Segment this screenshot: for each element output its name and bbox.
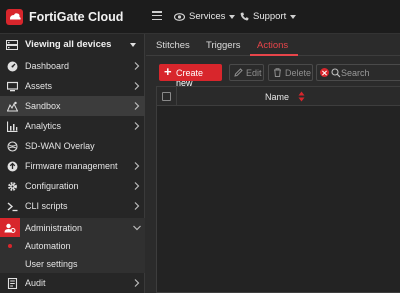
chevron-right-icon bbox=[134, 162, 140, 170]
chevron-right-icon bbox=[134, 182, 140, 190]
sidebar-item-firmware-management[interactable]: Firmware management bbox=[0, 156, 145, 176]
sidebar-item-cli-scripts[interactable]: CLI scripts bbox=[0, 196, 145, 216]
analytics-icon bbox=[7, 121, 18, 132]
chevron-right-icon bbox=[134, 202, 140, 210]
sidebar-item-sdwan-overlay[interactable]: SD-WAN Overlay bbox=[0, 136, 145, 156]
toolbar: + Create new Edit Delete bbox=[146, 64, 400, 88]
sidebar-subitem-label: Automation bbox=[25, 241, 71, 251]
delete-button[interactable]: Delete bbox=[268, 64, 313, 81]
device-scope-selector[interactable]: Viewing all devices bbox=[0, 34, 145, 56]
sidebar-item-label: Configuration bbox=[25, 181, 79, 191]
sidebar-item-label: Dashboard bbox=[25, 61, 70, 71]
firmware-icon bbox=[7, 161, 18, 172]
chevron-right-icon bbox=[134, 122, 140, 130]
audit-icon bbox=[7, 278, 18, 289]
sidebar: Viewing all devices Dashboard Assets San… bbox=[0, 34, 145, 293]
device-scope-label: Viewing all devices bbox=[25, 39, 112, 50]
admin-users-icon bbox=[4, 223, 16, 233]
sidebar-item-label: Assets bbox=[25, 81, 53, 91]
devices-icon bbox=[6, 40, 18, 50]
edit-label: Edit bbox=[246, 68, 262, 78]
phone-icon bbox=[240, 12, 249, 21]
sidebar-item-dashboard[interactable]: Dashboard bbox=[0, 56, 145, 76]
chevron-down-icon bbox=[229, 14, 236, 19]
active-indicator-dot bbox=[8, 244, 12, 248]
search-box bbox=[316, 64, 400, 81]
search-input[interactable] bbox=[341, 66, 399, 79]
sdwan-icon bbox=[7, 141, 18, 152]
chevron-right-icon bbox=[134, 82, 140, 90]
edit-button[interactable]: Edit bbox=[229, 64, 264, 81]
assets-icon bbox=[7, 81, 18, 92]
sidebar-item-label: Administration bbox=[25, 223, 83, 233]
support-menu[interactable]: Support bbox=[240, 11, 297, 22]
sidebar-item-label: Audit bbox=[25, 278, 46, 288]
eye-icon bbox=[174, 12, 185, 21]
sidebar-subitem-user-settings[interactable]: User settings bbox=[0, 255, 145, 273]
automation-tabs: Stitches Triggers Actions bbox=[146, 34, 400, 56]
trash-icon bbox=[274, 68, 281, 77]
table-header: Name bbox=[157, 87, 400, 106]
menu-toggle-icon[interactable] bbox=[152, 11, 162, 21]
sidebar-subitem-automation[interactable]: Automation bbox=[0, 237, 145, 255]
services-label: Services bbox=[189, 11, 226, 22]
sidebar-item-assets[interactable]: Assets bbox=[0, 76, 145, 96]
chevron-down-icon bbox=[290, 14, 297, 19]
pencil-icon bbox=[234, 68, 243, 77]
search-icon bbox=[331, 68, 341, 78]
terminal-icon bbox=[7, 202, 18, 212]
sidebar-item-label: Sandbox bbox=[25, 101, 61, 111]
column-header-name[interactable]: Name bbox=[265, 92, 289, 102]
sidebar-item-analytics[interactable]: Analytics bbox=[0, 116, 145, 136]
sidebar-item-sandbox[interactable]: Sandbox bbox=[0, 96, 145, 116]
chevron-right-icon bbox=[134, 62, 140, 70]
chevron-down-icon bbox=[130, 43, 136, 47]
sidebar-item-audit[interactable]: Audit bbox=[0, 273, 145, 293]
main-content: Stitches Triggers Actions + Create new E… bbox=[146, 34, 400, 293]
sidebar-item-label: CLI scripts bbox=[25, 201, 68, 211]
sidebar-item-label: SD-WAN Overlay bbox=[25, 141, 95, 151]
active-tab-indicator bbox=[250, 54, 298, 56]
tab-actions[interactable]: Actions bbox=[257, 40, 288, 51]
clear-search-icon[interactable] bbox=[320, 68, 329, 77]
create-new-label: Create new bbox=[176, 67, 204, 88]
delete-label: Delete bbox=[285, 68, 312, 78]
select-all-checkbox[interactable] bbox=[162, 92, 171, 101]
tab-triggers[interactable]: Triggers bbox=[206, 40, 241, 51]
actions-table: Name bbox=[156, 86, 400, 293]
column-divider bbox=[176, 87, 177, 106]
create-new-button[interactable]: + Create new bbox=[159, 64, 222, 88]
sidebar-subitem-label: User settings bbox=[25, 259, 78, 269]
chevron-right-icon bbox=[134, 279, 140, 287]
sort-icon[interactable] bbox=[298, 91, 305, 102]
sidebar-item-administration[interactable]: Administration bbox=[0, 218, 145, 238]
gear-icon bbox=[8, 182, 17, 191]
plus-icon: + bbox=[164, 64, 172, 79]
chevron-right-icon bbox=[134, 102, 140, 110]
top-bar: FortiGate Cloud Services Support bbox=[0, 0, 400, 34]
fortinet-cloud-logo-icon[interactable] bbox=[6, 9, 23, 25]
sidebar-item-label: Analytics bbox=[25, 121, 62, 131]
sidebar-item-label: Firmware management bbox=[25, 161, 118, 171]
sidebar-item-configuration[interactable]: Configuration bbox=[0, 176, 145, 196]
sandbox-icon bbox=[7, 101, 18, 112]
chevron-up-icon bbox=[133, 225, 141, 231]
dashboard-icon bbox=[7, 61, 18, 72]
app-title[interactable]: FortiGate Cloud bbox=[29, 10, 123, 24]
tab-stitches[interactable]: Stitches bbox=[156, 40, 190, 51]
services-menu[interactable]: Services bbox=[174, 11, 236, 22]
support-label: Support bbox=[253, 11, 287, 22]
